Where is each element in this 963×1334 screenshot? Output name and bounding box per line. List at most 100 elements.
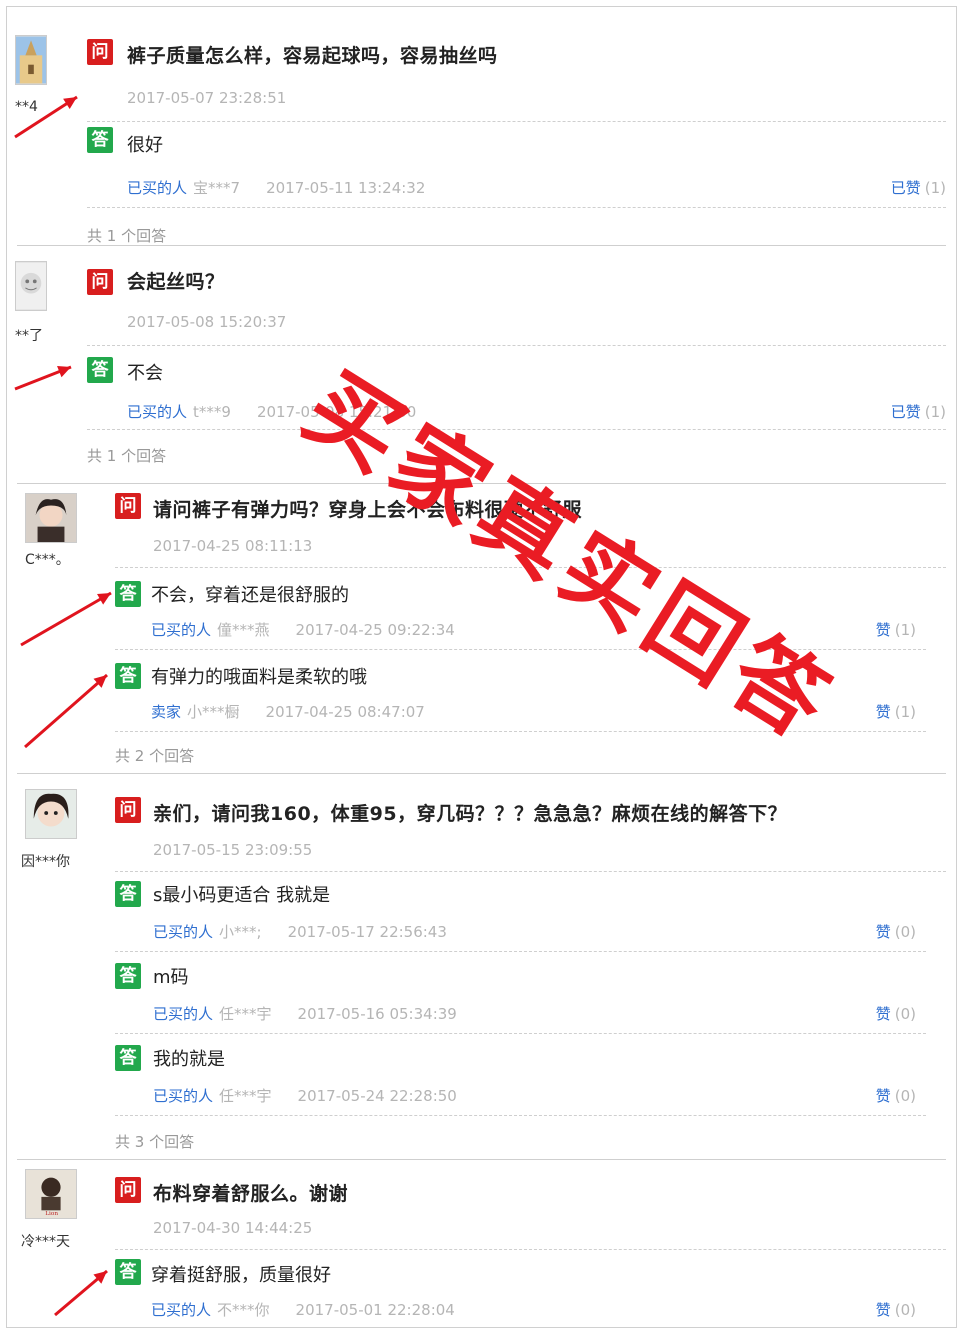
answer-text: 很好 [127,135,163,156]
answer-badge: 答 [115,963,141,989]
question-date: 2017-05-08 15:20:37 [127,313,287,331]
question-text[interactable]: 亲们，请问我160，体重95，穿几码？？？急急急？麻烦在线的解答下？ [153,799,787,826]
answer-badge: 答 [115,1045,141,1071]
question-badge: 问 [115,797,141,823]
answer-text: 不会 [127,363,163,384]
avatar[interactable] [25,493,77,543]
answer-meta: 已买的人 t***9 2017-05-08 15:21:30 [127,401,416,422]
answerer-role-link[interactable]: 已买的人 [153,1005,213,1023]
like-label: 赞 [875,1005,891,1023]
like-button[interactable]: 赞 (1) [876,701,916,722]
dashed-divider [87,121,946,122]
like-label: 已赞 [890,403,921,421]
answer-badge: 答 [115,1259,141,1285]
question-date: 2017-05-07 23:28:51 [127,89,287,107]
like-button[interactable]: 赞 (0) [876,1003,916,1024]
answer-meta: 卖家 小***橱 2017-04-25 08:47:07 [151,701,425,722]
answer-count: 共 2 个回答 [115,747,195,765]
qa-item [7,485,956,495]
answer-meta: 已买的人 任***宇 2017-05-24 22:28:50 [153,1085,457,1106]
divider [17,1159,946,1160]
like-button[interactable]: 已赞 (1) [891,401,946,422]
annotation-arrow [24,673,108,749]
avatar[interactable] [15,35,47,85]
user-name: 因***你 [21,854,70,870]
avatar[interactable]: Lion [25,1169,77,1219]
answer-meta: 已买的人 僮***燕 2017-04-25 09:22:34 [151,619,455,640]
dashed-divider [115,731,926,732]
answer-meta: 已买的人 任***宇 2017-05-16 05:34:39 [153,1003,457,1024]
answerer-name: 任***宇 [219,1005,272,1023]
answerer-name: 任***宇 [219,1087,272,1105]
question-date: 2017-04-30 14:44:25 [153,1219,313,1237]
answerer-role-link[interactable]: 已买的人 [153,1087,213,1105]
user-name: C***。 [25,552,70,568]
qa-list: **4 问裤子质量怎么样，容易起球吗，容易抽丝吗 2017-05-07 23:28:… [6,6,957,1328]
answerer-role-link[interactable]: 卖家 [151,703,181,721]
answer-date: 2017-05-17 22:56:43 [287,923,447,941]
answerer-role-link[interactable]: 已买的人 [127,179,187,197]
like-count: (1) [894,703,916,721]
answer-date: 2017-05-24 22:28:50 [297,1087,457,1105]
answer-date: 2017-05-01 22:28:04 [295,1301,455,1319]
like-count: (0) [894,923,916,941]
question-text[interactable]: 裤子质量怎么样，容易起球吗，容易抽丝吗 [127,41,498,68]
question-text[interactable]: 布料穿着舒服么。谢谢 [153,1179,348,1206]
divider [17,245,946,246]
like-label: 已赞 [890,179,921,197]
answerer-role-link[interactable]: 已买的人 [153,923,213,941]
user-name: 冷***天 [21,1234,70,1250]
question-text[interactable]: 请问裤子有弹力吗？穿身上会不会布料很硬不舒服 [153,495,582,522]
question-text[interactable]: 会起丝吗？ [127,267,225,294]
question-badge: 问 [87,269,113,295]
answer-date: 2017-04-25 08:47:07 [265,703,425,721]
like-count: (1) [924,179,946,197]
dashed-divider [115,871,946,872]
answerer-name: 宝***7 [193,179,241,197]
answerer-role-link[interactable]: 已买的人 [151,1301,211,1319]
answer-badge: 答 [87,127,113,153]
dashed-divider [87,429,946,430]
avatar[interactable] [25,789,77,839]
answer-badge: 答 [115,581,141,607]
like-button[interactable]: 赞 (0) [876,1299,916,1320]
answer-count: 共 1 个回答 [87,447,167,465]
like-button[interactable]: 已赞 (1) [891,177,946,198]
answer-date: 2017-05-08 15:21:30 [256,403,417,421]
annotation-arrow [14,365,72,391]
question-badge: 问 [115,493,141,519]
answer-meta: 已买的人 小***; 2017-05-17 22:56:43 [153,921,447,942]
answer-meta: 已买的人 不***你 2017-05-01 22:28:04 [151,1299,455,1320]
question-date: 2017-04-25 08:11:13 [153,537,313,555]
answerer-role-link[interactable]: 已买的人 [127,403,187,421]
like-button[interactable]: 赞 (1) [876,619,916,640]
qa-item [7,775,956,785]
answerer-role-link[interactable]: 已买的人 [151,621,211,639]
like-count: (1) [924,403,946,421]
answerer-name: 僮***燕 [217,621,270,639]
like-label: 赞 [875,703,891,721]
like-count: (0) [894,1301,916,1319]
avatar[interactable] [15,261,47,311]
answerer-name: 不***你 [217,1301,270,1319]
like-button[interactable]: 赞 (0) [876,1085,916,1106]
qa-item [7,247,956,257]
dashed-divider [115,1115,926,1116]
like-label: 赞 [875,923,891,941]
dashed-divider [115,649,926,650]
annotation-arrow [54,1269,108,1317]
dashed-divider [115,951,926,952]
answerer-name: 小***; [219,923,262,941]
dashed-divider [87,345,946,346]
dashed-divider [115,1249,946,1250]
like-count: (0) [894,1005,916,1023]
like-button[interactable]: 赞 (0) [876,921,916,942]
answerer-name: t***9 [193,403,231,421]
answer-text: m码 [153,967,189,988]
answer-badge: 答 [87,357,113,383]
answer-date: 2017-05-16 05:34:39 [297,1005,457,1023]
annotation-arrow [14,95,78,139]
like-label: 赞 [875,621,891,639]
answer-count: 共 1 个回答 [87,227,167,245]
answer-meta: 已买的人 宝***7 2017-05-11 13:24:32 [127,177,425,198]
